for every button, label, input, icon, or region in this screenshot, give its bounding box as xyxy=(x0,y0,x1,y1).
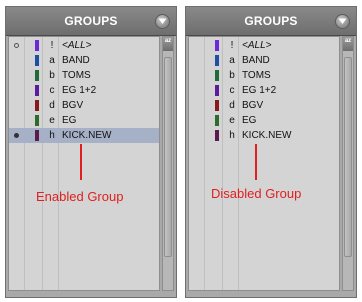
group-row[interactable]: a BAND xyxy=(189,53,339,68)
group-color-swatch xyxy=(215,85,219,96)
group-name: BGV xyxy=(242,100,264,111)
groups-menu-button[interactable] xyxy=(155,14,170,29)
group-id-letter: h xyxy=(229,130,235,141)
group-color-swatch xyxy=(35,115,39,126)
all-group-indicator[interactable] xyxy=(14,43,19,48)
group-color-swatch xyxy=(35,70,39,81)
group-row[interactable]: h KICK.NEW xyxy=(189,128,339,143)
group-id-letter: e xyxy=(229,115,235,126)
group-row[interactable]: c EG 1+2 xyxy=(9,83,159,98)
group-color-swatch xyxy=(35,40,39,51)
group-id-letter: a xyxy=(229,55,235,66)
group-id-letter: d xyxy=(229,100,235,111)
group-name: BAND xyxy=(242,55,270,66)
groups-scrollbar[interactable]: az xyxy=(342,36,354,291)
group-name: <ALL> xyxy=(62,40,92,51)
groups-scrollbar[interactable]: az xyxy=(162,36,174,291)
group-color-swatch xyxy=(35,85,39,96)
group-name: KICK.NEW xyxy=(242,130,292,141)
group-id-letter: a xyxy=(49,55,55,66)
groups-list[interactable]: ! <ALL> a BAND b TOMS c EG 1+2 d BGV e EG h KICK.NEW xyxy=(8,36,160,291)
group-id-letter: c xyxy=(49,85,55,96)
group-row[interactable]: ! <ALL> xyxy=(9,38,159,53)
sort-icon-label: az xyxy=(164,38,172,44)
group-name: EG xyxy=(62,115,77,126)
groups-header: GROUPS xyxy=(186,7,356,36)
group-id-letter: e xyxy=(49,115,55,126)
chevron-down-icon xyxy=(338,18,347,24)
chevron-down-icon xyxy=(158,18,167,24)
group-color-swatch xyxy=(215,70,219,81)
group-name: TOMS xyxy=(242,70,271,81)
group-color-swatch xyxy=(215,130,219,141)
group-row[interactable]: c EG 1+2 xyxy=(189,83,339,98)
group-row[interactable]: d BGV xyxy=(9,98,159,113)
group-id-letter: b xyxy=(229,70,235,81)
group-name: EG 1+2 xyxy=(62,85,97,96)
group-id-letter: ! xyxy=(50,40,54,51)
group-color-swatch xyxy=(215,115,219,126)
groups-title: GROUPS xyxy=(64,14,118,28)
annotation-pointer-enabled xyxy=(80,144,82,180)
group-color-swatch xyxy=(35,55,39,66)
groups-list[interactable]: ! <ALL> a BAND b TOMS c EG 1+2 d BGV e EG h KICK.NEW xyxy=(188,36,340,291)
group-id-letter: h xyxy=(49,130,55,141)
sort-az-button[interactable]: az xyxy=(163,37,173,51)
group-color-swatch xyxy=(35,100,39,111)
group-color-swatch xyxy=(215,40,219,51)
group-row[interactable]: a BAND xyxy=(9,53,159,68)
group-name: BAND xyxy=(62,55,90,66)
group-row[interactable]: e EG xyxy=(189,113,339,128)
annotation-disabled-group: Disabled Group xyxy=(211,186,302,201)
group-row[interactable]: b TOMS xyxy=(189,68,339,83)
groups-panel-disabled: GROUPS ! <ALL> a BAND b TOMS c EG 1+2 d BGV e EG h KI… xyxy=(185,6,357,298)
groups-panel-enabled: GROUPS ! <ALL> a BAND b TOMS c EG 1+2 d BGV e EG h KI… xyxy=(5,6,177,298)
group-id-letter: b xyxy=(49,70,55,81)
group-name: EG 1+2 xyxy=(242,85,277,96)
group-id-letter: d xyxy=(49,100,55,111)
group-row[interactable]: d BGV xyxy=(189,98,339,113)
group-row[interactable]: b TOMS xyxy=(9,68,159,83)
group-name: BGV xyxy=(62,100,84,111)
group-color-swatch xyxy=(35,130,39,141)
groups-header: GROUPS xyxy=(6,7,176,36)
sort-icon-label: az xyxy=(344,38,352,44)
group-color-swatch xyxy=(215,100,219,111)
group-name: TOMS xyxy=(62,70,91,81)
group-color-swatch xyxy=(215,55,219,66)
group-row[interactable]: h KICK.NEW xyxy=(9,128,159,143)
group-name: KICK.NEW xyxy=(62,130,112,141)
sort-az-button[interactable]: az xyxy=(343,37,353,51)
group-row[interactable]: e EG xyxy=(9,113,159,128)
group-id-letter: c xyxy=(229,85,235,96)
groups-menu-button[interactable] xyxy=(335,14,350,29)
group-id-letter: ! xyxy=(230,40,234,51)
scroll-thumb[interactable] xyxy=(344,57,352,257)
groups-title: GROUPS xyxy=(244,14,298,28)
group-name: EG xyxy=(242,115,257,126)
active-group-indicator[interactable] xyxy=(14,133,19,138)
annotation-pointer-disabled xyxy=(255,144,257,180)
group-name: <ALL> xyxy=(242,40,272,51)
group-row[interactable]: ! <ALL> xyxy=(189,38,339,53)
annotation-enabled-group: Enabled Group xyxy=(36,189,124,204)
scroll-thumb[interactable] xyxy=(164,57,172,257)
